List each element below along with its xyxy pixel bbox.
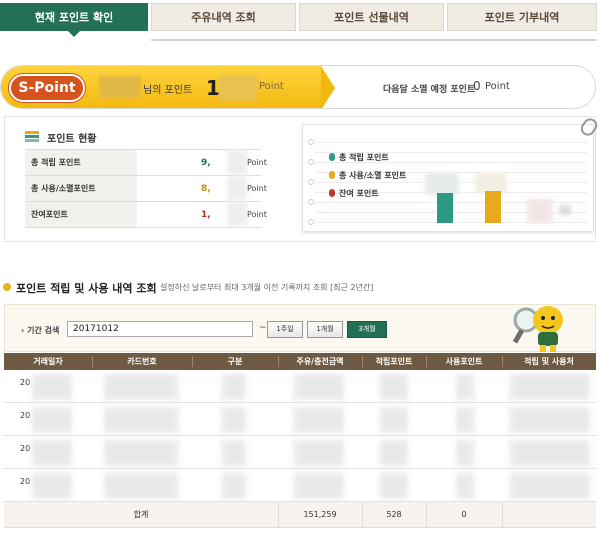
period-1month-button[interactable]: 1개월: [307, 321, 343, 338]
member-point-label: 님의 포인트: [143, 85, 193, 96]
stat-value-redacted: [227, 176, 247, 200]
stat-label: 총 사용/소멸포인트: [25, 176, 137, 201]
col-earned-point: 적립포인트: [375, 357, 413, 366]
period-search-box: › 기간 검색 ~ 1주일 1개월 3개월: [4, 304, 596, 352]
table-row[interactable]: 20: [4, 469, 596, 502]
total-point-redacted: [219, 75, 257, 101]
stat-value: 9,: [201, 158, 211, 168]
col-charge-amount: 주유/충전금액: [296, 357, 344, 366]
spoint-badge: S-Point: [9, 74, 85, 102]
expire-point-unit: Point: [485, 81, 510, 92]
point-status-table: 총 적립 포인트 9, Point 총 사용/소멸포인트 8, Point 잔여…: [25, 149, 267, 228]
table-row[interactable]: 20: [4, 436, 596, 469]
binder-hole: [308, 219, 314, 225]
member-name-redacted: [99, 76, 141, 98]
mascot-magnifier-icon: [512, 306, 563, 352]
legend-accumulated: 총 적립 포인트: [329, 152, 389, 163]
total-charge: 151,259: [303, 510, 337, 519]
chart-bar-used: [485, 191, 501, 223]
stat-value-redacted: [227, 150, 247, 174]
chart-bar-redacted: [425, 173, 459, 195]
stat-row-remaining: 잔여포인트 1, Point: [25, 202, 267, 228]
period-3month-button[interactable]: 3개월: [347, 321, 387, 338]
stat-value-redacted: [227, 202, 247, 226]
drop-icon: [329, 171, 335, 179]
tab-underline: [151, 39, 597, 41]
wallet-icon: [25, 131, 39, 142]
stat-label: 총 적립 포인트: [25, 150, 137, 175]
col-used-point: 사용포인트: [445, 357, 483, 366]
expire-point-value: 0: [473, 79, 481, 93]
chart-bar-accumulated: [437, 193, 453, 223]
binder-hole: [308, 159, 314, 165]
total-used: 0: [461, 510, 467, 519]
drop-icon: [329, 189, 335, 197]
tab-current-point[interactable]: 현재 포인트 확인: [0, 3, 148, 31]
date-range-tilde: ~: [259, 323, 267, 333]
total-point-value: 1: [206, 76, 220, 100]
point-status-title: 포인트 현황: [47, 134, 97, 145]
binder-hole: [308, 199, 314, 205]
col-card-number: 카드번호: [127, 357, 157, 366]
chart-bar-redacted: [559, 205, 571, 215]
period-1week-button[interactable]: 1주일: [267, 321, 303, 338]
stat-value: 1,: [201, 210, 211, 220]
stat-label: 잔여포인트: [25, 202, 137, 227]
total-earned: 528: [386, 510, 402, 519]
col-date: 거래일자: [33, 357, 63, 366]
table-total-row: 합계 151,259 528 0: [4, 502, 596, 528]
stat-value: 8,: [201, 184, 211, 194]
history-description: 설정하신 날로부터 최대 3개월 이전 기록까지 조회 [최근 2년간]: [160, 283, 374, 292]
col-type: 구분: [227, 357, 243, 366]
active-tab-arrow: [68, 31, 80, 37]
chart-bar-redacted: [475, 173, 507, 193]
legend-used: 총 사용/소멸 포인트: [329, 170, 406, 181]
tab-donation-history[interactable]: 포인트 기부내역: [447, 3, 597, 31]
stat-unit: Point: [247, 210, 267, 219]
section-bullet-icon: [3, 283, 11, 291]
history-title: 포인트 적립 및 사용 내역 조회: [16, 282, 157, 295]
binder-hole: [308, 139, 314, 145]
stat-row-used: 총 사용/소멸포인트 8, Point: [25, 176, 267, 202]
tab-gift-history[interactable]: 포인트 선물내역: [299, 3, 444, 31]
start-date-input[interactable]: [67, 321, 253, 337]
total-point-unit: Point: [259, 81, 284, 92]
cell-date: 20: [20, 444, 31, 453]
cell-date: 20: [20, 411, 31, 420]
chart-bar-remaining: [527, 199, 553, 223]
point-chart-card: 총 적립 포인트 총 사용/소멸 포인트 잔여 포인트: [302, 124, 594, 232]
table-header: 거래일자 카드번호 구분 주유/충전금액 적립포인트 사용포인트 적립 및 사용…: [4, 353, 596, 370]
stat-unit: Point: [247, 158, 267, 167]
history-table: 거래일자 카드번호 구분 주유/충전금액 적립포인트 사용포인트 적립 및 사용…: [4, 353, 596, 528]
table-row[interactable]: 20: [4, 370, 596, 403]
drop-icon: [329, 153, 335, 161]
binder-hole: [308, 179, 314, 185]
table-row[interactable]: 20: [4, 403, 596, 436]
cell-date: 20: [20, 378, 31, 387]
total-label: 합계: [133, 510, 149, 519]
col-place: 적립 및 사용처: [524, 357, 574, 366]
period-search-label: › 기간 검색: [21, 326, 60, 335]
stat-unit: Point: [247, 184, 267, 193]
tab-fuel-history[interactable]: 주유내역 조회: [151, 3, 296, 31]
legend-remaining: 잔여 포인트: [329, 188, 379, 199]
spoint-banner: S-Point 님의 포인트 1 Point 다음달 소멸 예정 포인트 0 P…: [0, 65, 596, 109]
stat-row-accumulated: 총 적립 포인트 9, Point: [25, 150, 267, 176]
tab-bar: 현재 포인트 확인 주유내역 조회 포인트 선물내역 포인트 기부내역: [0, 0, 600, 44]
expire-point-label: 다음달 소멸 예정 포인트: [383, 85, 476, 95]
cell-date: 20: [20, 477, 31, 486]
